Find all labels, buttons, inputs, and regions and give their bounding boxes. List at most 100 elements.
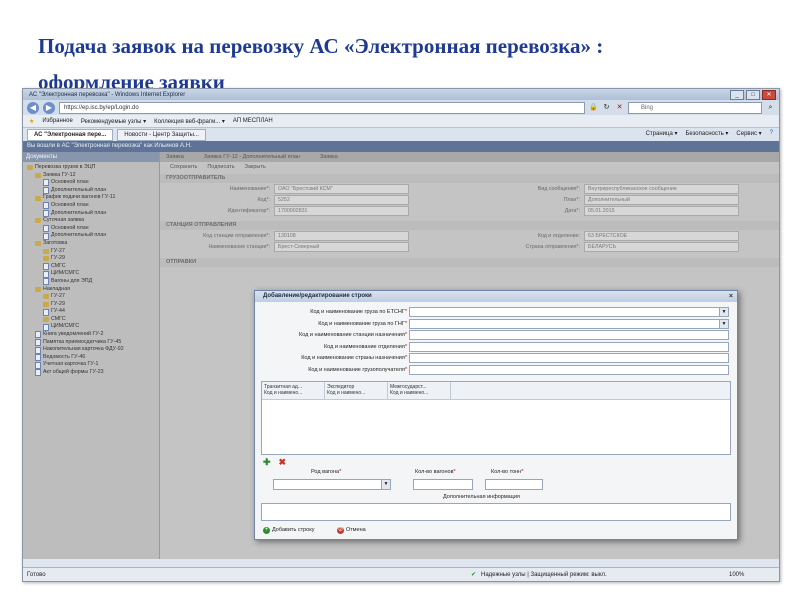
tree-item[interactable]: ГУ-29 — [25, 301, 159, 309]
doc-tab-1[interactable]: Заявка — [166, 152, 184, 162]
wagon-type-select[interactable]: ▼ — [273, 479, 391, 490]
extra-info-textarea[interactable] — [261, 503, 731, 521]
close-icon[interactable]: × — [729, 291, 733, 302]
tools-menu[interactable]: Сервис ▾ — [736, 130, 761, 137]
app-header: Вы вошли в АС "Электронная перевозка" ка… — [23, 141, 779, 152]
tree-item[interactable]: Памятка приемосдатчика ГУ-45 — [25, 339, 159, 347]
dialog-select[interactable]: ▼ — [409, 318, 729, 329]
forward-icon[interactable]: ▶ — [43, 101, 55, 114]
tree-item-label: График подачи вагонов ГУ-11 — [43, 194, 116, 201]
country-field[interactable]: БЕЛАРУСЬ — [584, 241, 739, 252]
refresh-icon[interactable]: ↻ — [602, 103, 611, 112]
plan-row: План*: Дополнительный — [460, 194, 739, 205]
sender-code-field[interactable]: 5252 — [274, 194, 409, 205]
tree-item[interactable]: Заготовка — [25, 240, 159, 248]
add-row-button[interactable]: + Добавить строку — [263, 525, 314, 535]
dialog-input[interactable] — [409, 353, 729, 363]
tree-item[interactable]: ГУ-27 — [25, 248, 159, 256]
tree-item[interactable]: Учетная карточка ГУ-1 — [25, 361, 159, 369]
fav-item-3[interactable]: АП МЕСПЛАН — [233, 118, 273, 124]
tree-item[interactable]: Основной план — [25, 179, 159, 187]
tree-item[interactable]: ЦИМ/СМГС — [25, 323, 159, 331]
window-titlebar: АС "Электронная перевозка" - Windows Int… — [23, 89, 779, 100]
tree-item[interactable]: Дополнительный план — [25, 232, 159, 240]
grid-col-transit[interactable]: Транзитная ад... Код и наимено... — [262, 382, 325, 399]
chevron-down-icon[interactable]: ▼ — [381, 480, 390, 489]
tree-item-label: Накопительная карточка ФДУ-92 — [43, 346, 124, 353]
tree-item[interactable]: Ведомость ГУ-46 — [25, 354, 159, 362]
tree-item[interactable]: Дополнительный план — [25, 210, 159, 218]
date-field[interactable]: 05.01.2015 — [584, 205, 739, 216]
dialog-input[interactable] — [409, 364, 729, 375]
dialog-input[interactable] — [409, 330, 729, 340]
minimize-icon[interactable]: _ — [730, 90, 744, 100]
search-icon[interactable]: ⌕ — [766, 103, 775, 112]
tons-input[interactable] — [485, 479, 543, 490]
stop-icon[interactable]: ✕ — [615, 103, 624, 112]
favorites-star-icon[interactable]: ★ — [29, 118, 34, 125]
grid-col-forwarder[interactable]: Экспедитор Код и наимено... — [325, 382, 388, 399]
chevron-down-icon[interactable]: ▼ — [719, 308, 728, 316]
tree-item[interactable]: Накопительная карточка ФДУ-92 — [25, 346, 159, 354]
station-code-field[interactable]: 130108 — [274, 230, 409, 241]
save-button[interactable]: Сохранить — [170, 162, 197, 172]
close-icon[interactable]: ✕ — [762, 90, 776, 100]
tree-item[interactable]: Перевозка грузов в ЭЦП — [25, 164, 159, 172]
grid-header: Транзитная ад... Код и наимено... Экспеди… — [262, 382, 730, 400]
close-button[interactable]: Закрыть — [245, 162, 266, 172]
plan-field[interactable]: Дополнительный — [584, 194, 739, 205]
doc-tab-2[interactable]: Заявка ГУ-12 - Дополнительный план — [204, 152, 300, 162]
tree-item[interactable]: Акт общей формы ГУ-23 — [25, 369, 159, 377]
doc-tab-3[interactable]: Заявка — [320, 152, 338, 162]
address-input[interactable]: https://ep.isc.by/ep/Login.do — [59, 101, 585, 114]
tree-item[interactable]: Заявка ГУ-12 — [25, 172, 159, 180]
tab-news[interactable]: Новости - Центр Защиты... — [117, 128, 206, 141]
zoom-level[interactable]: 100% — [729, 568, 744, 581]
tree-item[interactable]: Книга уведомлений ГУ-2 — [25, 331, 159, 339]
sign-button[interactable]: Подписать — [207, 162, 234, 172]
tree-item[interactable]: График подачи вагонов ГУ-11 — [25, 194, 159, 202]
dialog-input[interactable] — [409, 341, 729, 352]
add-row-icon[interactable]: ✚ — [263, 457, 271, 468]
tree-item[interactable]: ЦИМ/СМГС — [25, 270, 159, 278]
tree-item[interactable]: Основной план — [25, 202, 159, 210]
page-menu[interactable]: Страница ▾ — [646, 130, 678, 137]
tree-item-label: ГУ-27 — [51, 247, 65, 254]
help-icon[interactable]: ? — [770, 130, 773, 137]
back-icon[interactable]: ◀ — [27, 101, 39, 114]
search-input[interactable]: Bing — [628, 101, 762, 114]
sender-name-field[interactable]: ОАО "Брестский КСМ" — [274, 183, 409, 194]
dialog-select[interactable]: ▼ — [409, 307, 729, 317]
sender-id-field[interactable]: 1700002831 — [274, 205, 409, 216]
tree-item[interactable]: Дополнительный план — [25, 187, 159, 195]
tree-item[interactable]: СМГС — [25, 316, 159, 324]
shipments-section: ОТПРАВКИ — [160, 258, 779, 267]
station-name-field[interactable]: Брест-Северный — [274, 241, 409, 252]
fav-item-2[interactable]: Коллекция веб-фрагм... ▾ — [154, 118, 225, 125]
folder-icon — [43, 256, 49, 262]
tree-item[interactable]: ГУ-29 — [25, 255, 159, 263]
message-type-field[interactable]: Внутриреспубликанское сообщение — [584, 183, 739, 194]
division-field[interactable]: 63 БРЕСТСКОЕ — [584, 230, 739, 241]
tree-item[interactable]: СМГС — [25, 263, 159, 271]
tree-item[interactable]: ГУ-27 — [25, 293, 159, 301]
extra-info-label: Дополнительная информация — [443, 494, 520, 500]
maximize-icon[interactable]: □ — [746, 90, 760, 100]
tree-item[interactable]: Вагоны для ЭПД — [25, 278, 159, 286]
favorites-button[interactable]: Избранное — [42, 118, 72, 124]
delete-row-icon[interactable]: ✖ — [279, 457, 287, 468]
tree-item[interactable]: Накладная — [25, 286, 159, 294]
grid-col-interstate[interactable]: Межгосударст... Код и наимено... — [388, 382, 451, 399]
sender-section: ГРУЗООТПРАВИТЕЛЬ — [160, 174, 779, 183]
tree-item-label: Суточная заявка — [43, 217, 85, 224]
tree-item[interactable]: ГУ-44 — [25, 308, 159, 316]
tab-app[interactable]: АС "Электронная пере... — [27, 128, 114, 141]
lock-icon[interactable]: 🔒 — [589, 103, 598, 112]
dialog-field-row: Код и наименование груза по ГНГ* ▼ — [255, 318, 729, 329]
cancel-button[interactable]: ⊘ Отмена — [337, 525, 366, 535]
fav-item-1[interactable]: Рекомендуемые узлы ▾ — [81, 118, 146, 125]
tree-item[interactable]: Суточная заявка — [25, 217, 159, 225]
security-menu[interactable]: Безопасность ▾ — [685, 130, 728, 137]
chevron-down-icon[interactable]: ▼ — [719, 319, 728, 328]
wagon-count-input[interactable] — [413, 479, 473, 490]
